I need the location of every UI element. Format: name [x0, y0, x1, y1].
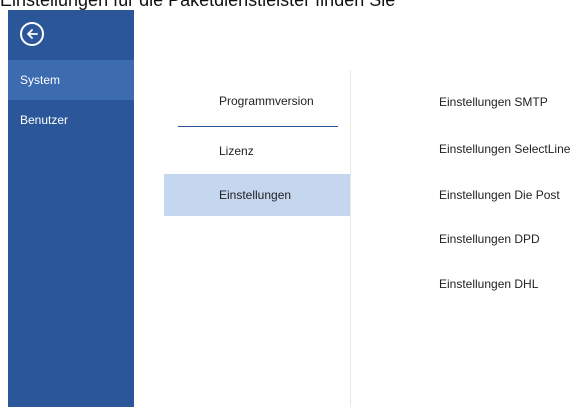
- back-button[interactable]: [20, 22, 44, 46]
- menu-item-programmversion[interactable]: Programmversion: [164, 80, 350, 122]
- link-einstellungen-dpd[interactable]: Einstellungen DPD: [439, 231, 540, 247]
- link-einstellungen-dhl[interactable]: Einstellungen DHL: [439, 276, 538, 292]
- sidebar: System Benutzer: [8, 10, 134, 407]
- link-einstellungen-die-post[interactable]: Einstellungen Die Post: [439, 187, 560, 203]
- link-einstellungen-smtp[interactable]: Einstellungen SMTP: [439, 94, 548, 110]
- menu-item-einstellungen[interactable]: Einstellungen: [164, 174, 350, 216]
- top-caption: Einstellungen für die Paketdienstleister…: [0, 0, 396, 10]
- sidebar-item-benutzer[interactable]: Benutzer: [8, 100, 134, 140]
- menu-item-label: Lizenz: [219, 144, 254, 158]
- sidebar-item-label: Benutzer: [20, 113, 69, 127]
- menu-item-lizenz[interactable]: Lizenz: [164, 130, 350, 172]
- menu-item-label: Einstellungen: [219, 188, 292, 202]
- sidebar-item-system[interactable]: System: [8, 60, 134, 100]
- menu-item-label: Programmversion: [219, 94, 314, 108]
- arrow-left-icon: [27, 29, 38, 39]
- sidebar-item-label: System: [20, 73, 61, 87]
- selection-underline: [178, 126, 338, 127]
- panel-divider: [350, 70, 351, 407]
- link-einstellungen-selectline[interactable]: Einstellungen SelectLine: [439, 141, 570, 157]
